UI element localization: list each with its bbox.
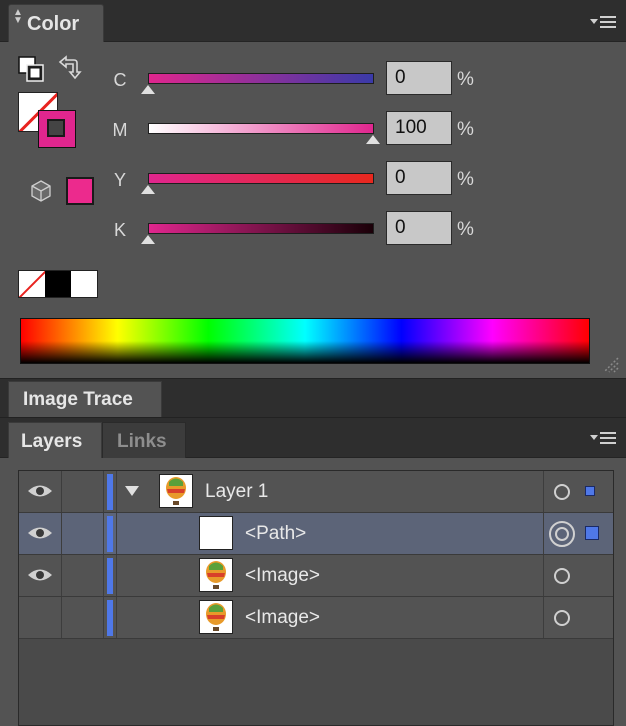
channel-label-m: M [112, 120, 128, 140]
resize-grip-icon[interactable] [598, 352, 620, 374]
black-percent: % [457, 219, 474, 240]
eye-icon [28, 485, 52, 497]
default-fill-stroke-icon[interactable] [18, 56, 44, 82]
layer-row[interactable]: <Image> [19, 555, 613, 597]
lock-toggle[interactable] [61, 555, 104, 596]
image-thumbnail [199, 558, 233, 592]
out-of-web-gamut-cube-icon[interactable] [28, 178, 54, 204]
slider-cyan[interactable] [148, 73, 374, 84]
visibility-toggle[interactable] [19, 597, 62, 638]
tab-color[interactable]: ▲ ▼ Color [8, 4, 104, 42]
panel-menu-icon[interactable] [590, 14, 616, 32]
yellow-value-input[interactable]: 0 [386, 161, 452, 195]
tab-layers-label: Layers [21, 431, 83, 452]
magenta-percent: % [457, 119, 474, 140]
balloon-thumbnail-icon [166, 477, 186, 505]
layers-panel-tabbar: Layers Links [0, 418, 626, 458]
balloon-thumbnail-icon [206, 561, 226, 589]
layer-thumbnail [159, 474, 193, 508]
layer-row[interactable]: Layer 1 [19, 471, 613, 513]
selection-indicator[interactable] [585, 526, 599, 540]
color-panel: ▲ ▼ Color C 0 % M 100 % Y 0 % K 0 % [0, 0, 626, 378]
tab-layers[interactable]: Layers [8, 422, 102, 458]
channel-label-c: C [113, 70, 127, 90]
closest-web-color-swatch[interactable] [66, 177, 94, 205]
slider-cyan-thumb[interactable] [141, 85, 155, 94]
black-value-input[interactable]: 0 [386, 211, 452, 245]
layer-name[interactable]: <Path> [245, 523, 306, 545]
slider-yellow-thumb[interactable] [141, 185, 155, 194]
quick-swatches [18, 270, 98, 298]
lock-toggle[interactable] [61, 513, 104, 554]
selection-indicator[interactable] [585, 486, 595, 496]
slider-black[interactable] [148, 223, 374, 234]
slider-magenta[interactable] [148, 123, 374, 134]
layer-color-bar [107, 558, 113, 594]
layers-list: Layer 1 <Path> <Image> <Image> [18, 470, 614, 726]
magenta-value-input[interactable]: 100 [386, 111, 452, 145]
tab-links-label: Links [117, 431, 167, 452]
target-circle-icon[interactable] [554, 484, 570, 500]
stroke-swatch[interactable] [38, 110, 76, 148]
layer-name[interactable]: <Image> [245, 565, 320, 587]
cyan-value-input[interactable]: 0 [386, 61, 452, 95]
visibility-toggle[interactable] [19, 555, 62, 596]
image-thumbnail [199, 600, 233, 634]
swatch-none[interactable] [19, 271, 45, 297]
layer-color-bar [107, 516, 113, 552]
channel-label-k: K [113, 220, 126, 240]
channel-label-y: Y [113, 170, 126, 190]
swatch-white[interactable] [71, 271, 97, 297]
path-thumbnail [199, 516, 233, 550]
image-trace-title: Image Trace [23, 389, 133, 410]
color-panel-tabbar: ▲ ▼ Color [0, 0, 626, 42]
cyan-percent: % [457, 69, 474, 90]
image-trace-panel: Image Trace [0, 378, 626, 418]
target-circle-icon[interactable] [554, 610, 570, 626]
layers-panel-menu-icon[interactable] [590, 430, 616, 448]
swap-fill-stroke-icon[interactable] [56, 54, 82, 80]
yellow-percent: % [457, 169, 474, 190]
target-circle-icon[interactable] [554, 568, 570, 584]
layers-panel: Layers Links Layer 1 <Path> <Image> <Ima… [0, 418, 626, 726]
slider-yellow[interactable] [148, 173, 374, 184]
layer-color-bar [107, 474, 113, 510]
expand-triangle-icon[interactable] [125, 486, 139, 496]
eye-icon [28, 527, 52, 539]
target-circle-selected-icon[interactable] [549, 521, 575, 547]
lock-toggle[interactable] [61, 471, 104, 512]
swatch-black[interactable] [45, 271, 71, 297]
slider-magenta-thumb[interactable] [366, 135, 380, 144]
tab-image-trace[interactable]: Image Trace [8, 381, 162, 417]
visibility-toggle[interactable] [19, 471, 62, 512]
layer-row[interactable]: <Path> [19, 513, 613, 555]
eye-icon [28, 569, 52, 581]
layer-color-bar [107, 600, 113, 636]
tab-links[interactable]: Links [102, 422, 186, 458]
color-spectrum-bar[interactable] [20, 318, 590, 364]
visibility-toggle[interactable] [19, 513, 62, 554]
layer-name[interactable]: Layer 1 [205, 481, 268, 503]
collapse-arrows-icon[interactable]: ▲ ▼ [13, 8, 23, 26]
slider-black-thumb[interactable] [141, 235, 155, 244]
layer-row[interactable]: <Image> [19, 597, 613, 639]
lock-toggle[interactable] [61, 597, 104, 638]
layer-name[interactable]: <Image> [245, 607, 320, 629]
balloon-thumbnail-icon [206, 603, 226, 631]
color-panel-title: Color [27, 13, 80, 35]
